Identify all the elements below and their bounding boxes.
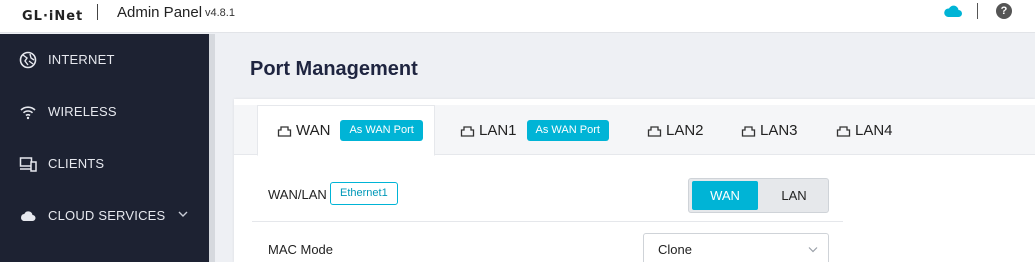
port-tabs: WAN As WAN Port LAN1 As WAN Port LAN2 LA… — [234, 105, 1035, 156]
lan-option-button[interactable]: LAN — [761, 181, 827, 210]
row-divider — [252, 221, 843, 222]
chevron-down-icon[interactable] — [178, 210, 188, 218]
top-header: GL·iNet Admin Panel v4.8.1 ? — [0, 0, 1035, 33]
sidebar-item-label: WIRELESS — [48, 104, 117, 119]
chevron-down-icon — [808, 247, 818, 253]
tab-label: WAN — [296, 122, 331, 139]
tab-lan1[interactable]: LAN1 As WAN Port — [460, 105, 609, 155]
globe-icon — [19, 51, 37, 69]
tab-label: LAN3 — [760, 121, 798, 139]
sidebar-item-clients[interactable]: CLIENTS — [0, 138, 209, 190]
sidebar-item-label: CLIENTS — [48, 156, 105, 171]
clients-icon — [19, 157, 37, 172]
sidebar-scrollbar[interactable] — [209, 34, 215, 262]
wan-lan-label: WAN/LAN — [268, 187, 327, 202]
wan-lan-toggle: WAN LAN — [688, 178, 829, 213]
sidebar-item-wireless[interactable]: WIRELESS — [0, 86, 209, 138]
tab-lan2[interactable]: LAN2 — [647, 105, 704, 155]
interface-badge: Ethernet1 — [330, 182, 398, 205]
app-version: v4.8.1 — [205, 7, 235, 19]
wan-port-badge: As WAN Port — [340, 120, 423, 141]
tab-label: LAN4 — [855, 121, 893, 139]
cloud-icon — [21, 211, 36, 221]
cloud-icon[interactable] — [943, 4, 963, 18]
help-icon[interactable]: ? — [996, 3, 1012, 19]
app-title: Admin Panel — [117, 4, 203, 21]
tab-label: LAN2 — [666, 121, 704, 139]
wan-option-button[interactable]: WAN — [692, 181, 758, 210]
brand-logo[interactable]: GL·iNet — [22, 9, 83, 24]
sidebar: INTERNET WIRELESS CLIENTS CLOUD SERVICES — [0, 34, 209, 262]
mac-mode-label: MAC Mode — [268, 242, 334, 257]
sidebar-item-label: INTERNET — [48, 52, 115, 67]
mac-mode-select[interactable]: Clone — [643, 233, 829, 262]
tab-wan[interactable]: WAN As WAN Port — [257, 105, 435, 156]
header-separator — [97, 4, 98, 20]
wan-port-badge: As WAN Port — [526, 119, 609, 141]
port-icon — [647, 125, 662, 137]
sidebar-item-internet[interactable]: INTERNET — [0, 34, 209, 86]
mac-mode-value: Clone — [658, 242, 692, 257]
header-separator — [977, 3, 978, 19]
port-icon — [836, 125, 851, 137]
port-icon — [741, 125, 756, 137]
wifi-icon — [20, 106, 36, 120]
sidebar-item-label: CLOUD SERVICES — [48, 208, 166, 223]
sidebar-item-cloud-services[interactable]: CLOUD SERVICES — [0, 190, 209, 242]
page-title: Port Management — [250, 58, 418, 80]
tab-lan3[interactable]: LAN3 — [741, 105, 798, 155]
port-icon — [277, 126, 292, 137]
tab-lan4[interactable]: LAN4 — [836, 105, 893, 155]
tab-label: LAN1 — [479, 121, 517, 139]
port-icon — [460, 125, 475, 137]
